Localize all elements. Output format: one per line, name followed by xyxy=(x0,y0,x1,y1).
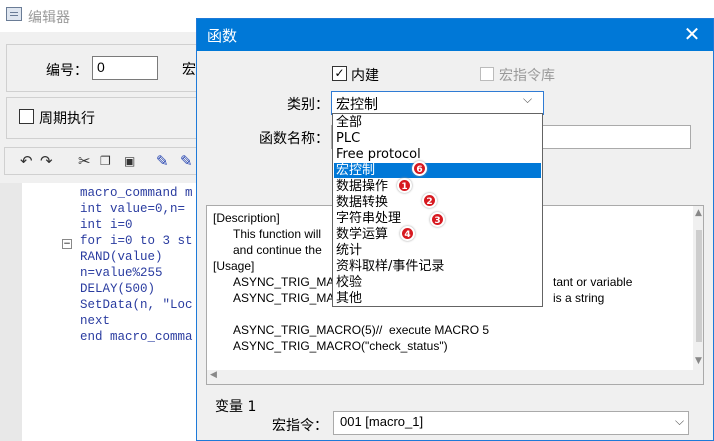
category-dropdown-list: 全部 PLC Free protocol 宏控制 数据操作 数据转换 字符串处理… xyxy=(332,113,543,307)
dropdown-option[interactable]: 数学运算 xyxy=(334,227,541,242)
usage-line-tail: is a string xyxy=(553,291,605,305)
dialog-title: 函数 xyxy=(207,27,238,45)
number-label: 编号： xyxy=(46,63,88,79)
code-line: SetData(n, "Loc xyxy=(80,298,193,312)
category-select[interactable]: 宏控制 xyxy=(331,91,544,115)
number-input[interactable]: 0 xyxy=(92,56,158,80)
annotation-badge: 6 xyxy=(412,161,427,176)
code-line: DELAY(500) xyxy=(80,282,156,296)
code-line: RAND(value) xyxy=(80,250,163,264)
builtin-label: 内建 xyxy=(351,68,379,84)
copy-icon[interactable]: ❐ xyxy=(100,154,111,168)
macro-name-label: 宏 xyxy=(182,62,196,78)
code-line: int value=0,n= xyxy=(80,202,186,216)
code-gutter xyxy=(0,183,22,441)
code-line: macro_command m xyxy=(80,186,193,200)
dropdown-option[interactable]: 全部 xyxy=(334,115,541,130)
dropdown-option[interactable]: 资料取样/事件记录 xyxy=(334,259,541,274)
dropdown-option[interactable]: 数据操作 xyxy=(334,179,541,194)
dialog-titlebar xyxy=(197,19,713,51)
category-label: 类别： xyxy=(287,97,329,113)
editor-app-icon xyxy=(6,7,22,21)
code-line: for i=0 to 3 st xyxy=(80,234,193,248)
annotation-badge: 2 xyxy=(422,193,437,208)
periodic-checkbox[interactable] xyxy=(19,109,34,124)
code-line: end macro_comma xyxy=(80,330,193,344)
usage-line: ASYNC_TRIG_MACRO("check_status") xyxy=(233,339,448,353)
format-icon[interactable]: ✎ xyxy=(156,152,169,170)
macro-cmd-select[interactable]: 001 [macro_1] xyxy=(333,411,689,435)
chevron-down-icon[interactable]: ⌵ xyxy=(675,414,684,429)
variable-label: 变量 1 xyxy=(215,399,257,415)
dropdown-option[interactable]: PLC xyxy=(334,131,541,146)
macro-cmd-label: 宏指令： xyxy=(272,418,328,434)
editor-title: 编辑器 xyxy=(28,10,70,26)
horizontal-scrollbar[interactable] xyxy=(207,370,693,384)
paste-icon[interactable]: ▣ xyxy=(124,154,135,168)
usage-line: ASYNC_TRIG_MA xyxy=(233,275,335,289)
code-line: next xyxy=(80,314,111,328)
desc-line: This function will xyxy=(233,227,322,241)
undo-icon[interactable]: ↶ xyxy=(20,152,33,170)
chevron-down-icon[interactable]: ⌵ xyxy=(523,92,532,107)
scroll-left-icon[interactable]: ◀ xyxy=(210,370,217,380)
line-number-column xyxy=(22,186,58,441)
code-line: n=value%255 xyxy=(80,266,163,280)
dropdown-option-selected[interactable]: 宏控制 xyxy=(334,163,541,179)
dropdown-option[interactable]: 统计 xyxy=(334,243,541,258)
fold-toggle-icon[interactable]: − xyxy=(62,239,72,249)
dropdown-option[interactable]: 数据转换 xyxy=(334,195,541,210)
annotation-badge: 3 xyxy=(430,212,445,227)
function-name-label: 函数名称： xyxy=(259,131,329,147)
usage-line: ASYNC_TRIG_MACRO(5)// execute MACRO 5 xyxy=(233,323,490,337)
dropdown-option[interactable]: Free protocol xyxy=(334,147,541,162)
usage-line: ASYNC_TRIG_MA xyxy=(233,291,335,305)
macro-lib-checkbox[interactable] xyxy=(480,67,494,81)
usage-line-tail: tant or variable xyxy=(553,275,633,289)
annotation-badge: 4 xyxy=(400,226,415,241)
dropdown-option[interactable]: 校验 xyxy=(334,275,541,290)
periodic-label: 周期执行 xyxy=(39,111,95,127)
cut-icon[interactable]: ✂ xyxy=(78,152,91,170)
macro-lib-label: 宏指令库 xyxy=(499,68,555,84)
usage-tag: [Usage] xyxy=(213,259,255,273)
builtin-checkbox[interactable]: ✓ xyxy=(332,66,347,81)
redo-icon[interactable]: ↷ xyxy=(40,152,53,170)
format2-icon[interactable]: ✎ xyxy=(180,152,193,170)
dropdown-option[interactable]: 其他 xyxy=(334,291,541,306)
scroll-up-icon[interactable]: ▲ xyxy=(695,208,702,218)
close-icon[interactable]: ✕ xyxy=(681,23,703,45)
desc-tag: [Description] xyxy=(213,211,280,225)
periodic-panel xyxy=(6,97,206,139)
scroll-down-icon[interactable]: ▼ xyxy=(695,356,702,366)
code-line: int i=0 xyxy=(80,218,133,232)
scrollbar-thumb[interactable] xyxy=(696,230,702,342)
desc-line: and continue the xyxy=(233,243,322,257)
annotation-badge: 1 xyxy=(397,178,412,193)
